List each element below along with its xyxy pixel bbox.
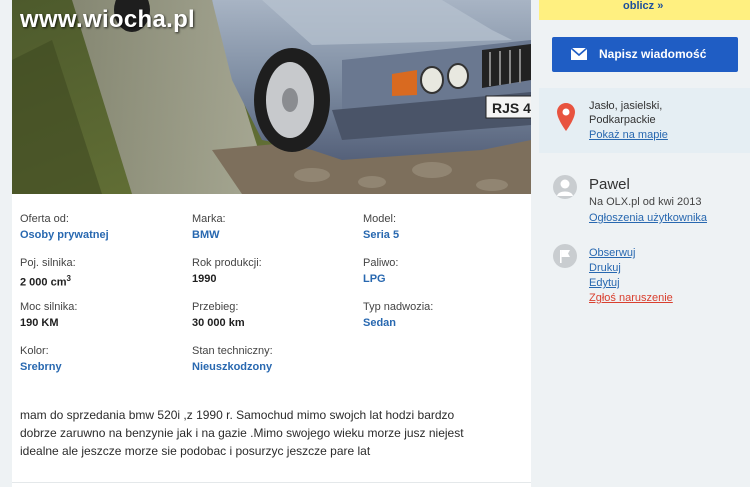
param-value-unit-sup: 3 bbox=[66, 274, 71, 283]
listing-card: RJS 4 www.wiocha.pl Oferta od: Osoby pry… bbox=[12, 0, 531, 487]
user-avatar-icon bbox=[553, 175, 577, 199]
param-label: Kolor: bbox=[20, 345, 49, 357]
listing-description: mam do sprzedania bmw 520i ,z 1990 r. Sa… bbox=[20, 406, 530, 460]
param-make: Marka: BMW bbox=[192, 212, 357, 242]
param-value-link[interactable]: Seria 5 bbox=[363, 228, 528, 242]
car-photo[interactable]: RJS 4 www.wiocha.pl bbox=[12, 0, 531, 194]
param-value: 30 000 km bbox=[192, 317, 245, 329]
param-mileage: Przebieg: 30 000 km bbox=[192, 300, 357, 330]
calculate-link[interactable]: oblicz » bbox=[623, 0, 663, 12]
param-label: Marka: bbox=[192, 213, 226, 225]
send-message-label: Napisz wiadomość bbox=[599, 47, 707, 61]
param-label: Przebieg: bbox=[192, 301, 239, 313]
print-link[interactable]: Drukuj bbox=[589, 261, 673, 276]
param-value-link[interactable]: BMW bbox=[192, 228, 357, 242]
location-line-1: Jasło, jasielski, bbox=[589, 100, 663, 112]
param-value-link[interactable]: Srebrny bbox=[20, 360, 185, 374]
param-offer-from: Oferta od: Osoby prywatnej bbox=[20, 212, 185, 242]
description-line: dobrze zaruwno na benzynie jak i na gazi… bbox=[20, 426, 464, 440]
param-label: Paliwo: bbox=[363, 257, 399, 269]
param-value-link[interactable]: LPG bbox=[363, 272, 528, 286]
param-value-link[interactable]: Osoby prywatnej bbox=[20, 228, 185, 242]
param-label: Poj. silnika: bbox=[20, 257, 76, 269]
param-value-link[interactable]: Sedan bbox=[363, 316, 528, 330]
param-label: Moc silnika: bbox=[20, 301, 78, 313]
param-label: Stan techniczny: bbox=[192, 345, 273, 357]
user-member-since: Na OLX.pl od kwi 2013 bbox=[589, 196, 702, 208]
param-condition: Stan techniczny: Nieuszkodzony bbox=[192, 344, 357, 374]
param-body-type: Typ nadwozia: Sedan bbox=[363, 300, 528, 330]
report-violation-link[interactable]: Zgłoś naruszenie bbox=[589, 291, 673, 306]
param-label: Rok produkcji: bbox=[192, 257, 262, 269]
param-year: Rok produkcji: 1990 bbox=[192, 256, 357, 286]
observe-link[interactable]: Obserwuj bbox=[589, 246, 673, 261]
show-on-map-link[interactable]: Pokaż na mapie bbox=[589, 129, 668, 141]
param-model: Model: Seria 5 bbox=[363, 212, 528, 242]
location-text: Jasło, jasielski, Podkarpackie bbox=[589, 99, 662, 127]
map-pin-icon bbox=[557, 103, 575, 131]
param-fuel: Paliwo: LPG bbox=[363, 256, 528, 286]
listing-actions: Obserwuj Drukuj Edytuj Zgłoś naruszenie bbox=[589, 246, 673, 306]
description-line: mam do sprzedania bmw 520i ,z 1990 r. Sa… bbox=[20, 408, 455, 422]
param-color: Kolor: Srebrny bbox=[20, 344, 185, 374]
flag-icon bbox=[553, 244, 577, 268]
param-value: 190 KM bbox=[20, 317, 59, 329]
watermark: www.wiocha.pl bbox=[20, 6, 196, 33]
divider bbox=[12, 482, 531, 483]
param-value-text: 2 000 cm bbox=[20, 276, 67, 289]
param-engine-capacity: Poj. silnika: 2 000 cm3 bbox=[20, 256, 185, 290]
param-label: Oferta od: bbox=[20, 213, 69, 225]
param-value: 2 000 cm3 bbox=[20, 272, 185, 290]
location-line-2: Podkarpackie bbox=[589, 114, 656, 126]
param-power: Moc silnika: 190 KM bbox=[20, 300, 185, 330]
envelope-icon bbox=[571, 48, 587, 60]
send-message-button[interactable]: Napisz wiadomość bbox=[552, 37, 738, 72]
param-label: Typ nadwozia: bbox=[363, 301, 434, 313]
location-box: Jasło, jasielski, Podkarpackie Pokaż na … bbox=[539, 88, 750, 153]
edit-link[interactable]: Edytuj bbox=[589, 276, 673, 291]
param-label: Model: bbox=[363, 213, 397, 225]
param-value-link[interactable]: Nieuszkodzony bbox=[192, 360, 357, 374]
license-plate: RJS 4 bbox=[492, 100, 531, 116]
user-name: Pawel bbox=[589, 176, 630, 193]
user-ads-link[interactable]: Ogłoszenia użytkownika bbox=[589, 212, 707, 224]
param-value: 1990 bbox=[192, 273, 217, 285]
description-line: idealne ale jeszcze morze sie podobac i … bbox=[20, 444, 371, 458]
price-calculator-box: oblicz » bbox=[539, 0, 750, 20]
